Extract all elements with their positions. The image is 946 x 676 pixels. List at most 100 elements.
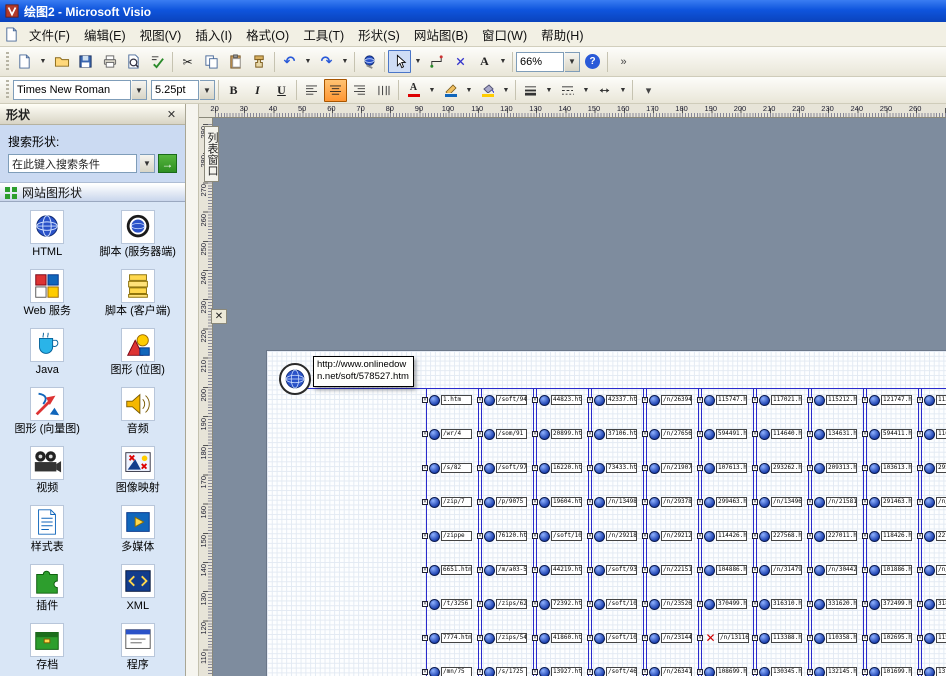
menu-item[interactable]: 形状(S) xyxy=(351,22,407,47)
site-page-shape[interactable]: 114426.htm xyxy=(701,529,755,543)
site-page-shape[interactable]: 227568.htm xyxy=(756,529,810,543)
site-page-shape[interactable]: /n/29212 xyxy=(646,529,700,543)
line-ends-dropdown[interactable]: ▼ xyxy=(617,79,629,102)
line-ends-button[interactable] xyxy=(593,79,616,102)
site-page-shape[interactable]: 113388.htm xyxy=(756,631,810,645)
site-page-shape[interactable]: 37106.htm xyxy=(591,427,645,441)
shape-search-input[interactable] xyxy=(8,154,137,173)
site-page-shape[interactable]: 72392.htm xyxy=(536,597,590,611)
stencil-shape-vector-graphic[interactable]: 图形 (向量图) xyxy=(2,385,93,441)
site-page-shape[interactable]: 594411.htm xyxy=(866,427,920,441)
fill-color-dropdown[interactable]: ▼ xyxy=(500,79,512,102)
align-right-button[interactable] xyxy=(348,79,371,102)
site-page-shape[interactable]: /mn/75 xyxy=(426,665,480,676)
site-page-shape[interactable]: 101886.htm xyxy=(866,563,920,577)
align-center-button[interactable] xyxy=(324,79,347,102)
site-page-shape[interactable]: /n/13498 xyxy=(591,495,645,509)
format-painter-button[interactable] xyxy=(248,50,271,73)
menu-item[interactable]: 窗口(W) xyxy=(475,22,534,47)
font-color-button[interactable]: A xyxy=(402,79,425,102)
site-page-shape[interactable]: /zippe xyxy=(426,529,480,543)
site-page-shape[interactable]: 20899.htm xyxy=(536,427,590,441)
site-page-shape[interactable]: /n/23144 xyxy=(646,631,700,645)
site-page-shape[interactable]: /n/27656 xyxy=(646,427,700,441)
site-page-shape[interactable]: 115747.htm xyxy=(701,393,755,407)
stencil-shape-stylesheet[interactable]: 样式表 xyxy=(2,503,93,559)
site-page-shape[interactable]: /zips/54 xyxy=(481,631,535,645)
site-page-shape[interactable]: /zip/7 xyxy=(426,495,480,509)
site-page-shape[interactable]: /n/30442 xyxy=(811,563,865,577)
menu-item[interactable]: 视图(V) xyxy=(133,22,189,47)
site-page-shape[interactable]: 13927.htm xyxy=(536,665,590,676)
site-page-shape[interactable]: 42337.htm xyxy=(591,393,645,407)
site-page-shape[interactable]: 16220.htm xyxy=(536,461,590,475)
drawing-page[interactable]: http://www.onlinedown.net/soft/578527.ht… xyxy=(266,350,946,676)
redo-button[interactable]: ↷ xyxy=(315,50,338,73)
stencil-shape-audio[interactable]: 音频 xyxy=(93,385,184,441)
site-page-shape[interactable]: 108699.htm xyxy=(701,665,755,676)
toolbar-drag-handle[interactable] xyxy=(6,52,9,72)
site-page-shape[interactable]: 134631.htm xyxy=(811,427,865,441)
site-page-shape[interactable]: 114640.htm xyxy=(756,427,810,441)
line-weight-dropdown[interactable]: ▼ xyxy=(543,79,555,102)
site-page-shape[interactable]: 331620.htm xyxy=(811,597,865,611)
site-page-shape[interactable]: 209313.htm xyxy=(811,461,865,475)
fill-color-button[interactable] xyxy=(476,79,499,102)
toolbar-options-chevron[interactable]: ▾ xyxy=(636,79,659,102)
close-shapes-panel-button[interactable]: ✕ xyxy=(164,107,179,122)
text-tool-button[interactable]: A xyxy=(473,50,496,73)
menu-item[interactable]: 工具(T) xyxy=(296,22,351,47)
site-page-shape[interactable]: /s/82 xyxy=(426,461,480,475)
site-page-shape[interactable]: /wr/4 xyxy=(426,427,480,441)
list-window-tab[interactable]: 列表窗口 xyxy=(204,126,219,182)
site-page-shape[interactable]: 102695.htm xyxy=(866,631,920,645)
site-page-shape[interactable]: /n/26341 xyxy=(646,665,700,676)
insert-hyperlink-button[interactable] xyxy=(358,50,381,73)
site-page-shape[interactable]: /soft/103 xyxy=(591,597,645,611)
print-preview-button[interactable] xyxy=(122,50,145,73)
site-page-shape[interactable]: 118426.htm xyxy=(866,529,920,543)
site-page-shape[interactable]: 227011.htm xyxy=(811,529,865,543)
site-page-shape[interactable]: 316310.htm xyxy=(756,597,810,611)
site-page-shape[interactable]: 6651.htm xyxy=(426,563,480,577)
site-page-shape[interactable]: 372499.htm xyxy=(866,597,920,611)
site-page-shape[interactable]: ✕/n/13116 xyxy=(701,631,755,645)
site-page-shape[interactable]: /soft/106 xyxy=(536,529,590,543)
stencil-shape-program[interactable]: 程序 xyxy=(93,621,184,676)
root-page-shape[interactable] xyxy=(279,363,311,395)
distribute-button[interactable] xyxy=(372,79,395,102)
site-page-shape[interactable]: /n/23526 xyxy=(646,597,700,611)
toolbar-options-chevron[interactable]: » xyxy=(611,50,634,73)
site-page-shape[interactable]: 295262.htm xyxy=(921,461,946,475)
search-go-button[interactable]: → xyxy=(158,154,177,173)
menu-item[interactable]: 帮助(H) xyxy=(534,22,590,47)
open-button[interactable] xyxy=(50,50,73,73)
connector-tool-button[interactable] xyxy=(425,50,448,73)
stencil-shape-java[interactable]: Java xyxy=(2,326,93,382)
site-page-shape[interactable]: 121747.htm xyxy=(866,393,920,407)
site-page-shape[interactable]: /t/3256 xyxy=(426,597,480,611)
zoom-combo[interactable]: 66% xyxy=(516,52,564,72)
site-page-shape[interactable]: /som/91 xyxy=(481,427,535,441)
font-color-dropdown[interactable]: ▼ xyxy=(426,79,438,102)
site-page-shape[interactable]: /m/a03-5 xyxy=(481,563,535,577)
bold-button[interactable]: B xyxy=(222,79,245,102)
stencil-shape-plugin[interactable]: 插件 xyxy=(2,562,93,618)
undo-dropdown[interactable]: ▼ xyxy=(302,50,314,73)
stencil-shape-xml[interactable]: XML xyxy=(93,562,184,618)
site-page-shape[interactable]: /soft/97 xyxy=(481,461,535,475)
site-page-shape[interactable]: 113021.htm xyxy=(921,393,946,407)
connection-point-tool-button[interactable] xyxy=(449,50,472,73)
stencil-shape-image-map[interactable]: 图像映射 xyxy=(93,444,184,500)
stencil-shape-client-script[interactable]: 脚本 (客户端) xyxy=(93,267,184,323)
pointer-tool-button[interactable] xyxy=(388,50,411,73)
new-drawing-dropdown[interactable]: ▼ xyxy=(37,50,49,73)
site-page-shape[interactable]: 7774.htm xyxy=(426,631,480,645)
stencil-shape-server-script[interactable]: 脚本 (服务器端) xyxy=(93,208,184,264)
site-page-shape[interactable]: /n/31479 xyxy=(756,563,810,577)
site-page-shape[interactable]: 117021.htm xyxy=(756,393,810,407)
close-anchored-window-button[interactable]: ✕ xyxy=(211,309,227,324)
site-page-shape[interactable]: 110358.htm xyxy=(811,631,865,645)
print-button[interactable] xyxy=(98,50,121,73)
site-page-shape[interactable]: 132145.htm xyxy=(811,665,865,676)
